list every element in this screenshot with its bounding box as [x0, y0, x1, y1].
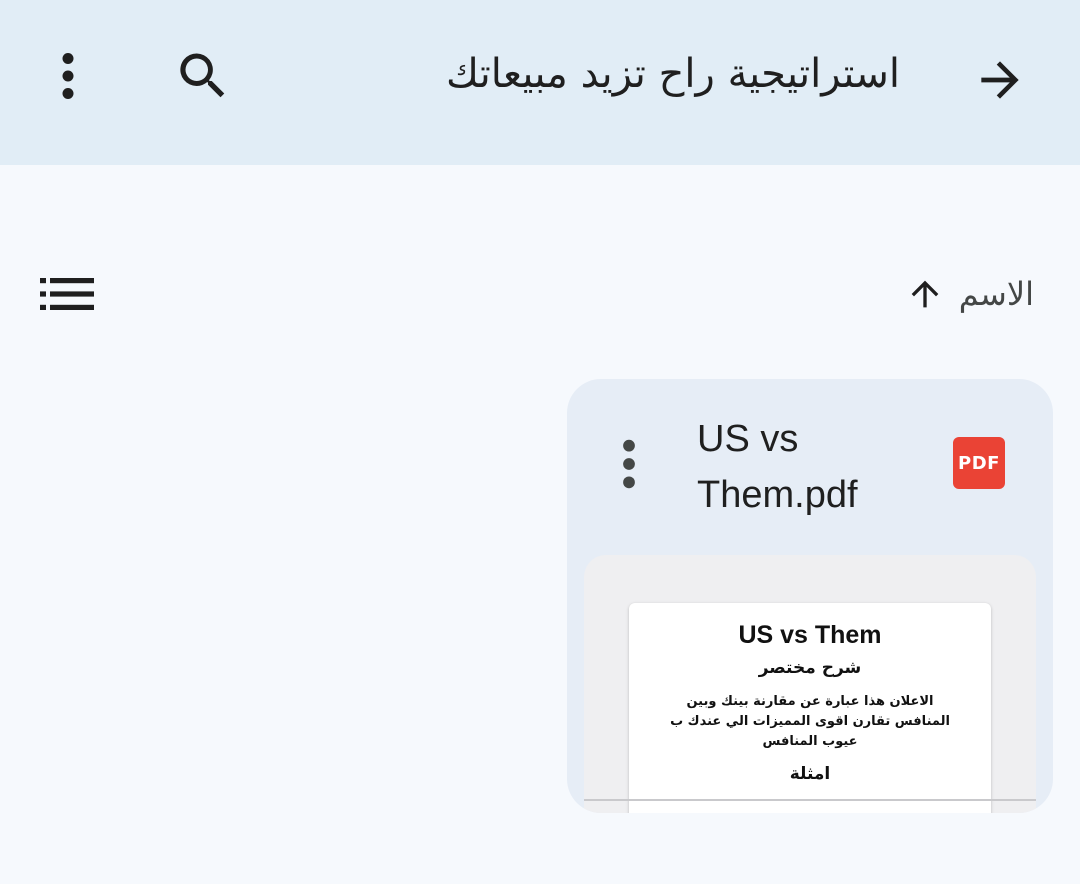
- view-toggle-button[interactable]: [28, 254, 108, 334]
- file-more-options-button[interactable]: [599, 429, 659, 499]
- thumbnail-body-text: الاعلان هذا عبارة عن مقارنة بينك وبين ال…: [670, 694, 950, 749]
- top-app-bar: استراتيجية راح تزيد مبيعاتك: [0, 0, 1080, 165]
- thumbnail-subtitle: شرح مختصر: [758, 658, 862, 678]
- file-name: US vs Them.pdf: [697, 418, 858, 516]
- more-options-button[interactable]: [28, 36, 108, 116]
- sort-control[interactable]: الاسم: [905, 266, 1034, 322]
- list-view-icon: [40, 278, 94, 310]
- thumbnail-divider: [584, 799, 1036, 801]
- file-thumbnail[interactable]: US vs Them شرح مختصر الاعلان هذا عبارة ع…: [584, 555, 1036, 813]
- search-button[interactable]: [163, 36, 243, 116]
- more-vert-icon: [623, 439, 635, 489]
- arrow-up-icon: [911, 280, 939, 308]
- sort-label: الاسم: [958, 275, 1034, 313]
- search-icon: [180, 53, 225, 98]
- thumbnail-title: US vs Them: [738, 621, 882, 649]
- pdf-file-icon: PDF: [953, 437, 1005, 489]
- more-vert-icon: [62, 53, 74, 99]
- folder-title: استراتيجية راح تزيد مبيعاتك: [445, 51, 900, 97]
- file-card[interactable]: PDF US vs Them.pdf US vs Them شرح مختصر …: [567, 379, 1053, 813]
- arrow-forward-icon: [981, 61, 1019, 99]
- back-button[interactable]: [960, 40, 1040, 120]
- thumbnail-heading: امثلة: [789, 764, 831, 784]
- thumbnail-page: US vs Them شرح مختصر الاعلان هذا عبارة ع…: [629, 603, 991, 813]
